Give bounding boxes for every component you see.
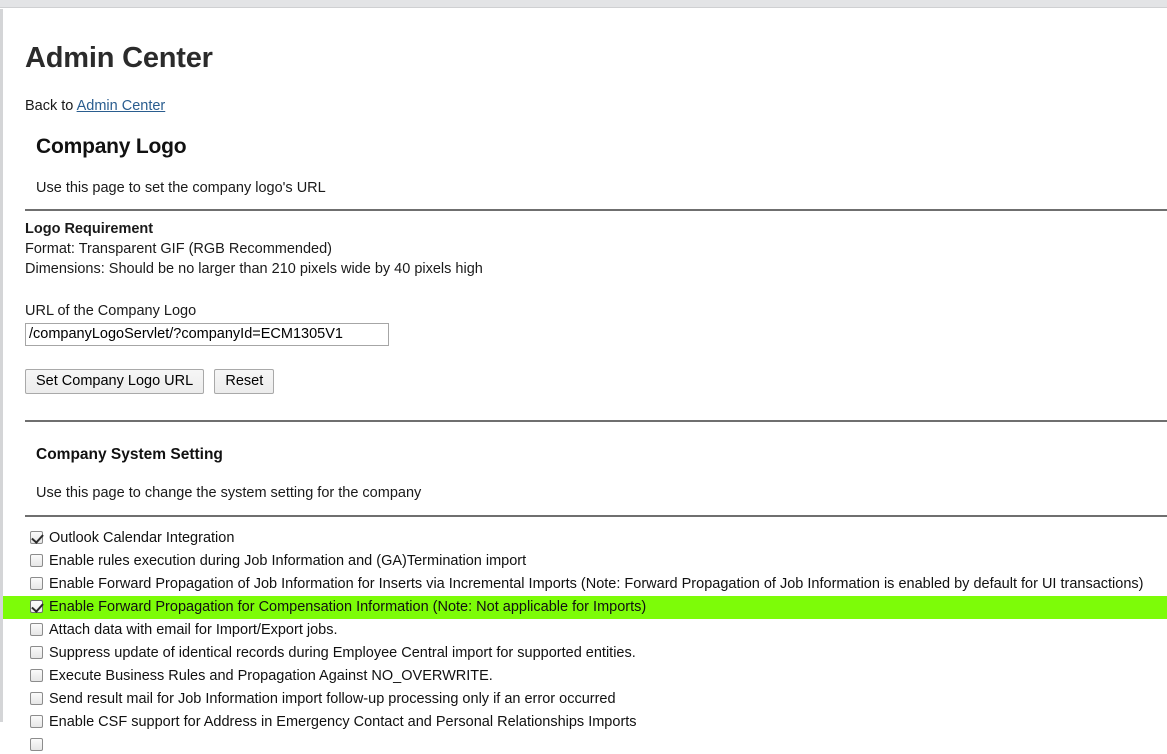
logo-requirement-block: Logo Requirement Format: Transparent GIF…	[25, 219, 1167, 279]
browser-top-strip	[0, 0, 1167, 8]
checkbox-icon[interactable]	[30, 645, 43, 659]
breadcrumb-prefix: Back to	[25, 97, 77, 114]
page-title: Admin Center	[25, 42, 213, 74]
system-setting-option-label: Send result mail for Job Information imp…	[49, 690, 616, 707]
system-setting-option-row[interactable]	[3, 734, 1167, 754]
system-setting-option-label: Enable Forward Propagation of Job Inform…	[49, 575, 1144, 592]
page-inner: Admin Center Back to Admin Center Compan…	[3, 9, 1167, 754]
system-setting-option-label: Enable rules execution during Job Inform…	[49, 552, 527, 569]
company-system-setting-heading: Company System Setting	[36, 445, 223, 463]
breadcrumb-link-admin-center[interactable]: Admin Center	[77, 98, 166, 114]
logo-requirement-dimensions: Dimensions: Should be no larger than 210…	[25, 260, 483, 277]
checkbox-icon[interactable]	[30, 668, 43, 682]
system-setting-option-row[interactable]: Enable rules execution during Job Inform…	[3, 550, 1167, 573]
logo-button-row: Set Company Logo URL Reset	[25, 368, 1167, 394]
reset-button[interactable]: Reset	[214, 368, 275, 394]
breadcrumb: Back to Admin Center	[25, 98, 1167, 114]
system-setting-option-list: Outlook Calendar Integration Enable rules…	[3, 527, 1167, 754]
page-content: Admin Center Back to Admin Center Compan…	[0, 9, 1167, 751]
company-logo-url-label: URL of the Company Logo	[25, 302, 197, 319]
divider-options-top	[25, 514, 1167, 517]
system-setting-option-label: Attach data with email for Import/Export…	[49, 621, 338, 638]
checkbox-icon[interactable]	[30, 599, 43, 613]
system-setting-option-row[interactable]: Enable Forward Propagation of Job Inform…	[3, 573, 1167, 596]
checkbox-icon[interactable]	[30, 530, 43, 544]
set-company-logo-url-button[interactable]: Set Company Logo URL	[25, 368, 205, 394]
system-setting-option-row[interactable]: Send result mail for Job Information imp…	[3, 688, 1167, 711]
system-setting-option-row[interactable]: Attach data with email for Import/Export…	[3, 619, 1167, 642]
checkbox-icon[interactable]	[30, 691, 43, 705]
system-setting-option-row[interactable]: Execute Business Rules and Propagation A…	[3, 665, 1167, 688]
checkbox-icon[interactable]	[30, 714, 43, 728]
system-setting-option-label: Outlook Calendar Integration	[49, 529, 235, 546]
checkbox-icon[interactable]	[30, 737, 43, 751]
checkbox-icon[interactable]	[30, 576, 43, 590]
system-setting-option-row[interactable]: Enable Forward Propagation for Compensat…	[3, 595, 1167, 619]
company-logo-subtitle: Use this page to set the company logo's …	[36, 179, 326, 196]
system-setting-option-row[interactable]: Outlook Calendar Integration	[3, 527, 1167, 550]
system-setting-option-label: Execute Business Rules and Propagation A…	[49, 667, 493, 684]
checkbox-icon[interactable]	[30, 622, 43, 636]
checkbox-icon[interactable]	[30, 553, 43, 567]
system-setting-option-row[interactable]: Enable CSF support for Address in Emerge…	[3, 711, 1167, 734]
system-setting-option-label: Enable CSF support for Address in Emerge…	[49, 713, 637, 730]
divider-logo-top	[25, 208, 1167, 211]
logo-requirement-format: Format: Transparent GIF (RGB Recommended…	[25, 240, 333, 257]
company-system-setting-subtitle: Use this page to change the system setti…	[36, 484, 422, 501]
company-logo-url-input[interactable]	[25, 322, 389, 346]
system-setting-option-label: Enable Forward Propagation for Compensat…	[49, 598, 647, 615]
logo-requirement-heading: Logo Requirement	[25, 220, 154, 237]
system-setting-option-row[interactable]: Suppress update of identical records dur…	[3, 642, 1167, 665]
company-logo-heading: Company Logo	[36, 134, 187, 158]
divider-system-setting-top	[25, 419, 1167, 422]
system-setting-option-label: Suppress update of identical records dur…	[49, 644, 636, 661]
